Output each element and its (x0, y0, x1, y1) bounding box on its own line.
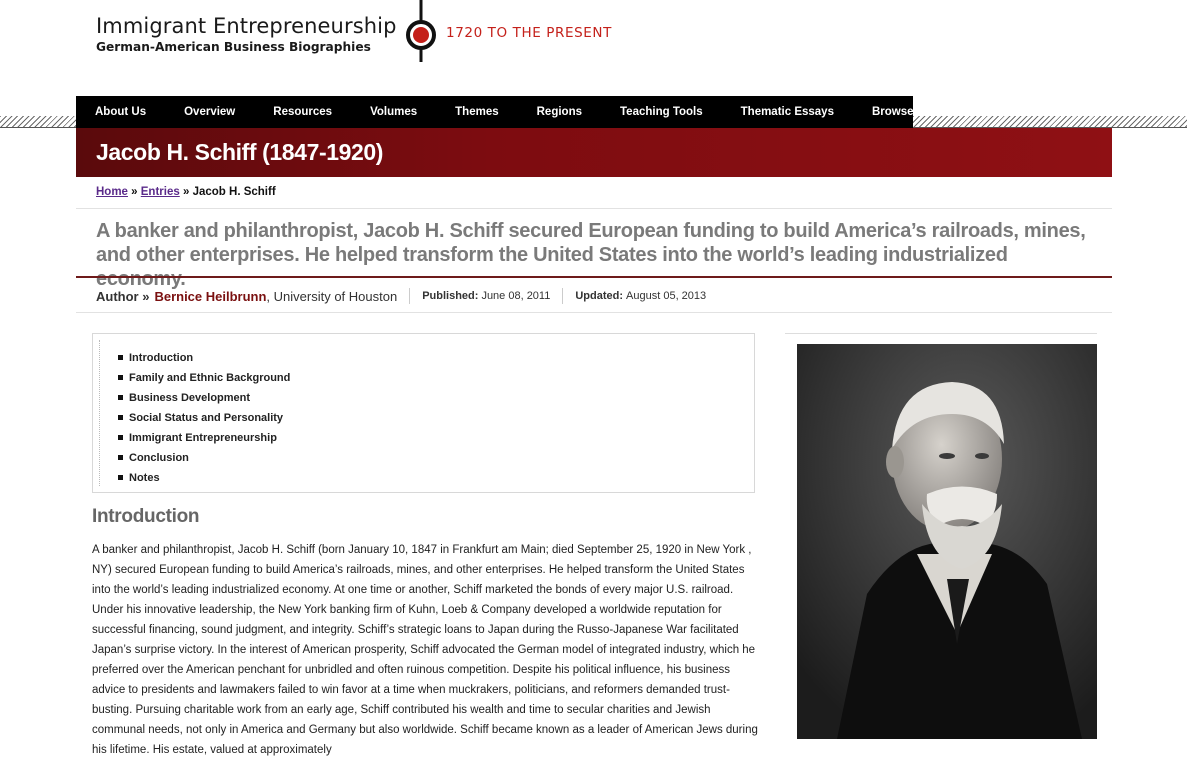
table-of-contents: Introduction Family and Ethnic Backgroun… (92, 333, 755, 493)
nav-hatch-left (0, 116, 76, 128)
breadcrumb-separator: » (131, 186, 138, 198)
toc-item-label: Business Development (129, 392, 251, 404)
bullet-icon (118, 434, 123, 440)
meta-separator (562, 288, 564, 304)
toc-inner: Introduction Family and Ethnic Backgroun… (99, 340, 748, 486)
nav-thematic-essays[interactable]: Thematic Essays (722, 96, 853, 128)
portrait-image (797, 344, 1097, 739)
published-label: Published: (422, 290, 479, 302)
page-title: Jacob H. Schiff (1847-1920) (96, 139, 384, 165)
toc-item-label: Notes (129, 472, 160, 484)
breadcrumb-current: Jacob H. Schiff (192, 186, 276, 198)
nav-teaching-tools[interactable]: Teaching Tools (601, 96, 722, 128)
sidebar-divider (785, 333, 1097, 334)
divider-red (76, 276, 1112, 278)
toc-item-business-development[interactable]: Business Development (118, 388, 290, 408)
toc-item-immigrant-entrepreneurship[interactable]: Immigrant Entrepreneurship (118, 428, 290, 448)
toc-item-label: Introduction (129, 352, 194, 364)
nav-resources[interactable]: Resources (254, 96, 351, 128)
toc-item-conclusion[interactable]: Conclusion (118, 448, 290, 468)
toc-item-social-status[interactable]: Social Status and Personality (118, 408, 290, 428)
toc-item-label: Family and Ethnic Background (129, 372, 291, 384)
main-nav: About Us Overview Resources Volumes Them… (76, 96, 914, 128)
meta-separator (409, 288, 411, 304)
nav-regions[interactable]: Regions (518, 96, 601, 128)
breadcrumb-entries-link[interactable]: Entries (141, 186, 180, 198)
entry-summary: A banker and philanthropist, Jacob H. Sc… (96, 220, 1086, 290)
article-paragraph: A banker and philanthropist, Jacob H. Sc… (92, 544, 758, 756)
nav-overview[interactable]: Overview (165, 96, 254, 128)
divider (76, 312, 1112, 313)
entry-meta: Author » Bernice Heilbrunn , University … (96, 288, 706, 304)
breadcrumb: Home » Entries » Jacob H. Schiff (96, 186, 276, 198)
site-tagline: 1720 TO THE PRESENT (446, 25, 612, 41)
timeline-logo-icon (406, 0, 436, 62)
title-banner: Jacob H. Schiff (1847-1920) (76, 128, 1112, 177)
section-heading-introduction: Introduction (92, 506, 200, 527)
bullet-icon (118, 414, 123, 420)
toc-item-introduction[interactable]: Introduction (118, 348, 290, 368)
toc-item-family[interactable]: Family and Ethnic Background (118, 368, 290, 388)
bullet-icon (118, 454, 123, 460)
site-subtitle: German-American Business Biographies (96, 40, 371, 54)
published-date: June 08, 2011 (481, 290, 551, 302)
nav-themes[interactable]: Themes (436, 96, 517, 128)
nav-hatch-right (913, 116, 1187, 128)
breadcrumb-home-link[interactable]: Home (96, 186, 128, 198)
toc-list: Introduction Family and Ethnic Backgroun… (118, 348, 290, 488)
toc-item-notes[interactable]: Notes (118, 468, 290, 488)
nav-browse[interactable]: Browse (853, 96, 933, 128)
portrait-illustration (797, 344, 1097, 739)
toc-item-label: Social Status and Personality (129, 412, 284, 424)
author-link[interactable]: Bernice Heilbrunn (154, 289, 266, 304)
bullet-icon (118, 354, 123, 360)
bullet-icon (118, 474, 123, 480)
nav-about-us[interactable]: About Us (76, 96, 165, 128)
toc-item-label: Immigrant Entrepreneurship (129, 432, 277, 444)
toc-item-label: Conclusion (129, 452, 189, 464)
nav-volumes[interactable]: Volumes (351, 96, 436, 128)
author-label: Author » (96, 288, 150, 304)
bullet-icon (118, 374, 123, 380)
site-title[interactable]: Immigrant Entrepreneurship (96, 14, 397, 38)
divider (76, 208, 1112, 209)
bullet-icon (118, 394, 123, 400)
author-institution: , University of Houston (266, 288, 398, 304)
updated-date: August 05, 2013 (626, 290, 707, 302)
updated-label: Updated: (575, 290, 624, 302)
breadcrumb-separator: » (182, 186, 190, 198)
